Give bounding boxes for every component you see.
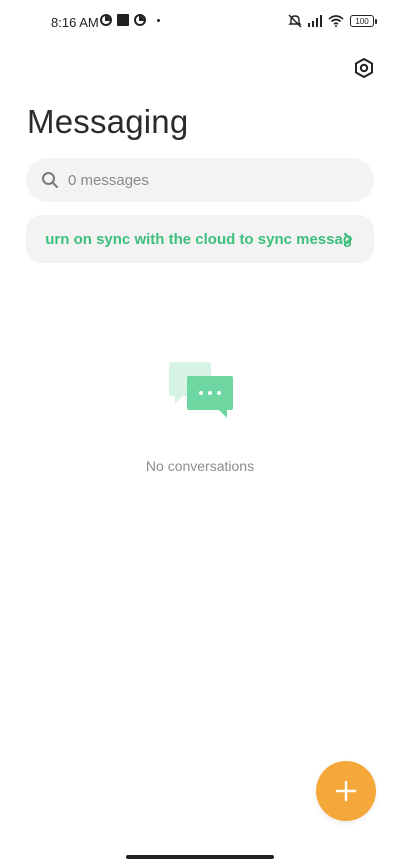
- new-conversation-button[interactable]: [316, 761, 376, 821]
- wifi-icon: [328, 15, 344, 27]
- sync-text-container: urn on sync with the cloud to sync messa…: [46, 215, 352, 263]
- notification-icon: [134, 14, 146, 26]
- search-bar[interactable]: 0 messages: [26, 158, 374, 202]
- sync-banner-text: urn on sync with the cloud to sync messa…: [46, 231, 352, 248]
- settings-button[interactable]: [352, 56, 376, 80]
- dot-icon: [157, 18, 160, 22]
- chevron-right-icon: [343, 232, 353, 246]
- sync-banner[interactable]: urn on sync with the cloud to sync messa…: [26, 215, 374, 263]
- status-right-icons: 100: [288, 14, 377, 28]
- stop-icon: [117, 14, 129, 26]
- home-indicator[interactable]: [126, 855, 274, 859]
- signal-icon: [308, 15, 322, 27]
- status-time: 8:16 AM: [51, 15, 99, 30]
- chat-bubbles-icon: [169, 362, 233, 418]
- status-left-icons: [100, 14, 160, 26]
- search-placeholder: 0 messages: [68, 171, 149, 189]
- notification-icon: [100, 14, 112, 26]
- battery-icon: 100: [350, 15, 377, 27]
- status-bar: 8:16 AM 100: [0, 0, 400, 44]
- settings-icon: [355, 58, 373, 78]
- plus-icon: [335, 780, 357, 802]
- empty-state-text: No conversations: [145, 458, 255, 474]
- search-icon: [42, 172, 58, 188]
- mute-icon: [288, 14, 302, 28]
- page-title: Messaging: [27, 103, 189, 140]
